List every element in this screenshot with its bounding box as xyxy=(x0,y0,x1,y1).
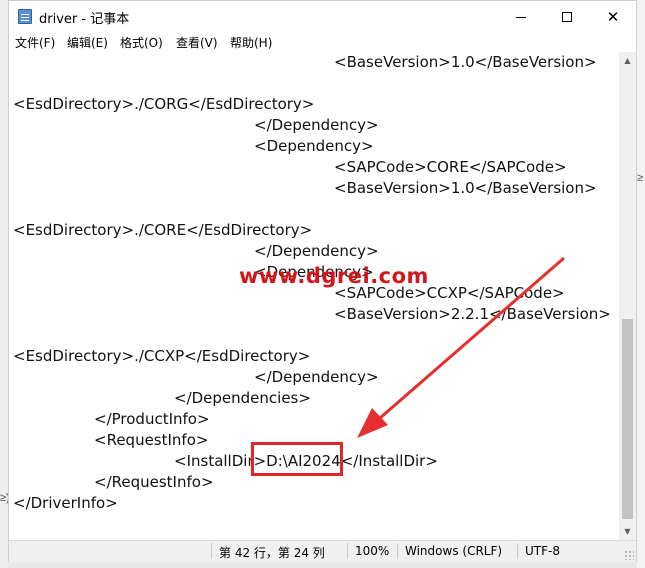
editor-line: <EsdDirectory>./CCXP</EsdDirectory> xyxy=(13,347,311,365)
maximize-icon xyxy=(562,11,572,22)
resize-grip-icon[interactable] xyxy=(624,550,634,560)
notepad-icon xyxy=(18,9,32,24)
background-left-strip xyxy=(0,0,8,568)
editor-line: <BaseVersion>2.2.1</BaseVersion> xyxy=(334,305,611,323)
line-ending: Windows (CRLF) xyxy=(405,544,503,558)
editor-line: <BaseVersion>1.0</BaseVersion> xyxy=(334,53,597,71)
status-separator xyxy=(347,543,348,559)
editor-line: </Dependency> xyxy=(254,368,379,386)
editor-line: <EsdDirectory>./CORE</EsdDirectory> xyxy=(13,221,313,239)
editor-line: <EsdDirectory>./CORG</EsdDirectory> xyxy=(13,95,315,113)
background-right-strip xyxy=(637,0,645,568)
title-bar[interactable]: driver - 记事本 ✕ xyxy=(9,1,636,32)
window-title: driver - 记事本 xyxy=(39,12,130,27)
editor-line: <RequestInfo> xyxy=(94,431,209,449)
vertical-scrollbar[interactable]: ▲ ▼ xyxy=(619,52,636,540)
editor-line: <Dependency> xyxy=(254,137,374,155)
background-right-mark: ≥ xyxy=(636,172,643,184)
scroll-down-icon[interactable]: ▼ xyxy=(619,523,636,540)
minimize-button[interactable] xyxy=(498,1,544,32)
minimize-icon xyxy=(516,17,526,18)
watermark: www.dgrei.com xyxy=(239,264,429,288)
cursor-position: 第 42 行，第 24 列 xyxy=(219,546,325,560)
menu-help[interactable]: 帮助(H) xyxy=(230,34,272,51)
close-button[interactable]: ✕ xyxy=(590,1,636,32)
editor-line: <SAPCode>CORE</SAPCode> xyxy=(334,158,567,176)
editor-line: </Dependency> xyxy=(254,242,379,260)
editor-line: </RequestInfo> xyxy=(94,473,214,491)
status-separator xyxy=(211,543,212,559)
status-separator xyxy=(397,543,398,559)
scroll-up-icon[interactable]: ▲ xyxy=(619,52,636,69)
scrollbar-thumb[interactable] xyxy=(622,319,633,519)
maximize-button[interactable] xyxy=(544,1,590,32)
close-icon: ✕ xyxy=(606,7,620,26)
editor-line: </DriverInfo> xyxy=(13,494,118,512)
encoding: UTF-8 xyxy=(525,544,560,558)
highlight-box xyxy=(251,442,343,476)
editor-line: </Dependencies> xyxy=(174,389,311,407)
menu-bar: 文件(F) 编辑(E) 格式(O) 查看(V) 帮助(H) xyxy=(9,32,636,52)
editor-line: </ProductInfo> xyxy=(94,410,210,428)
status-separator xyxy=(517,543,518,559)
menu-view[interactable]: 查看(V) xyxy=(176,34,218,51)
zoom-level: 100% xyxy=(355,544,390,558)
editor-line: </Dependency> xyxy=(254,116,379,134)
menu-format[interactable]: 格式(O) xyxy=(120,34,163,51)
menu-edit[interactable]: 编辑(E) xyxy=(67,34,108,51)
status-bar: 第 42 行，第 24 列 100% Windows (CRLF) UTF-8 xyxy=(9,540,636,562)
editor-line: <BaseVersion>1.0</BaseVersion> xyxy=(334,179,597,197)
menu-file[interactable]: 文件(F) xyxy=(15,34,55,51)
